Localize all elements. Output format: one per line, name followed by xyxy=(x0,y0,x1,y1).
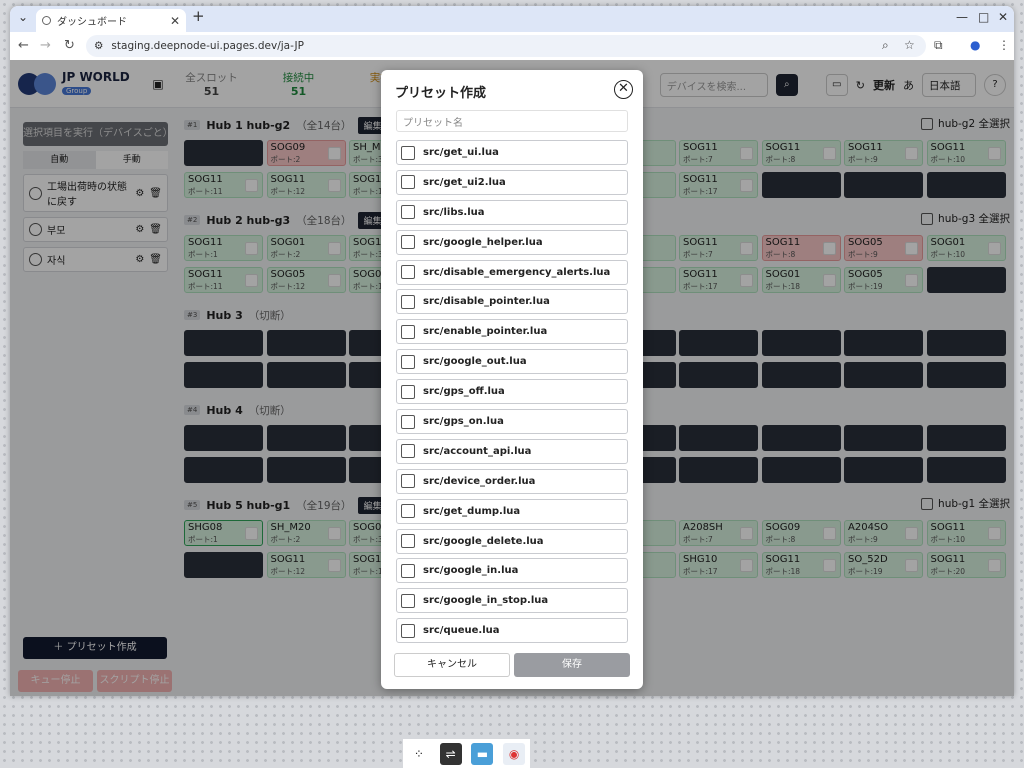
maximize-icon[interactable]: □ xyxy=(978,10,989,24)
script-name: src/gps_off.lua xyxy=(423,386,505,398)
cancel-button[interactable]: キャンセル xyxy=(394,653,510,677)
tab-title: ダッシュボード xyxy=(57,17,127,28)
script-option[interactable]: src/device_order.lua xyxy=(396,468,628,494)
script-option[interactable]: src/google_in_stop.lua xyxy=(396,588,628,614)
script-name: src/google_in_stop.lua xyxy=(423,595,549,607)
script-name: src/google_delete.lua xyxy=(423,535,544,547)
script-option[interactable]: src/google_in.lua xyxy=(396,558,628,584)
zoom-icon[interactable]: ⌕ xyxy=(882,38,889,53)
minimize-icon[interactable]: — xyxy=(956,10,968,24)
globe-icon xyxy=(42,16,51,25)
tab-list-icon[interactable]: ⌄ xyxy=(18,10,28,24)
launcher-icon[interactable]: ⁘ xyxy=(408,743,430,765)
url-text: staging.deepnode-ui.pages.dev/ja-JP xyxy=(111,40,304,52)
script-name: src/account_api.lua xyxy=(423,445,532,457)
extensions-icon[interactable]: ⧉ xyxy=(934,38,943,53)
close-window-icon[interactable]: ✕ xyxy=(998,10,1008,24)
script-option[interactable]: src/gps_off.lua xyxy=(396,379,628,405)
script-option[interactable]: src/queue.lua xyxy=(396,618,628,644)
files-icon[interactable]: ▬ xyxy=(471,742,494,765)
checkbox-icon[interactable] xyxy=(401,384,415,399)
script-name: src/google_out.lua xyxy=(423,356,527,368)
checkbox-icon[interactable] xyxy=(401,414,415,429)
address-bar: ← → ↻ ⚙ staging.deepnode-ui.pages.dev/ja… xyxy=(10,32,1014,60)
script-option[interactable]: src/account_api.lua xyxy=(396,438,628,464)
script-name: src/google_helper.lua xyxy=(423,236,543,248)
script-option[interactable]: src/enable_pointer.lua xyxy=(396,319,628,345)
site-info-icon[interactable]: ⚙ xyxy=(94,40,103,52)
taskbar: ⁘ ⇌ ▬ ◉ xyxy=(403,739,530,768)
checkbox-icon[interactable] xyxy=(401,534,415,549)
script-name: src/device_order.lua xyxy=(423,475,536,487)
script-option[interactable]: src/get_ui2.lua xyxy=(396,169,628,195)
checkbox-icon[interactable] xyxy=(401,235,415,250)
save-button[interactable]: 保存 xyxy=(514,653,630,677)
profile-icon[interactable]: ● xyxy=(970,38,980,52)
script-name: src/get_ui.lua xyxy=(423,147,499,158)
script-name: src/gps_on.lua xyxy=(423,416,504,428)
checkbox-icon[interactable] xyxy=(401,563,415,578)
close-tab-icon[interactable]: ✕ xyxy=(170,14,180,28)
reload-icon[interactable]: ↻ xyxy=(64,38,75,53)
forward-icon[interactable]: → xyxy=(40,38,51,53)
close-icon[interactable]: ✕ xyxy=(614,80,633,99)
script-name: src/enable_pointer.lua xyxy=(423,326,548,338)
script-name: src/get_ui2.lua xyxy=(423,176,506,188)
script-option[interactable]: src/gps_on.lua xyxy=(396,409,628,435)
terminal-icon[interactable]: ⇌ xyxy=(439,742,462,765)
script-option[interactable]: src/get_dump.lua xyxy=(396,498,628,524)
bookmark-star-icon[interactable]: ☆ xyxy=(904,38,915,52)
tab-dashboard[interactable]: ダッシュボード ✕ xyxy=(36,9,186,32)
script-option[interactable]: src/get_ui.lua xyxy=(396,140,628,165)
checkbox-icon[interactable] xyxy=(401,205,415,220)
script-option[interactable]: src/google_out.lua xyxy=(396,349,628,375)
script-name: src/disable_emergency_alerts.lua xyxy=(423,266,611,278)
script-option[interactable]: src/disable_pointer.lua xyxy=(396,289,628,315)
preset-name-input[interactable]: プリセット名 xyxy=(396,110,628,132)
create-preset-dialog: プリセット作成 ✕ プリセット名 src/get_ui.lua src/get_u… xyxy=(381,70,643,689)
url-field[interactable]: ⚙ staging.deepnode-ui.pages.dev/ja-JP xyxy=(86,35,926,57)
script-name: src/libs.lua xyxy=(423,206,485,218)
checkbox-icon[interactable] xyxy=(401,294,415,309)
new-tab-icon[interactable]: + xyxy=(192,7,205,25)
script-option[interactable]: src/google_delete.lua xyxy=(396,528,628,554)
checkbox-icon[interactable] xyxy=(401,265,415,280)
script-list: src/get_ui.lua src/get_ui2.lua src/libs.lu… xyxy=(396,140,628,648)
menu-icon[interactable]: ⋮ xyxy=(998,38,1010,52)
back-icon[interactable]: ← xyxy=(18,38,29,53)
script-option[interactable]: src/disable_emergency_alerts.lua xyxy=(396,259,628,285)
tab-bar: ⌄ ダッシュボード ✕ + — □ ✕ xyxy=(10,6,1014,32)
chrome-icon[interactable]: ◉ xyxy=(503,742,526,765)
checkbox-icon[interactable] xyxy=(401,593,415,608)
script-name: src/queue.lua xyxy=(423,625,500,637)
dialog-title: プリセット作成 xyxy=(395,86,487,101)
checkbox-icon[interactable] xyxy=(401,354,415,369)
script-name: src/get_dump.lua xyxy=(423,505,521,517)
script-name: src/disable_pointer.lua xyxy=(423,296,550,308)
checkbox-icon[interactable] xyxy=(401,474,415,489)
script-option[interactable]: src/google_helper.lua xyxy=(396,229,628,255)
checkbox-icon[interactable] xyxy=(401,324,415,339)
script-option[interactable]: src/libs.lua xyxy=(396,199,628,225)
checkbox-icon[interactable] xyxy=(401,175,415,190)
checkbox-icon[interactable] xyxy=(401,504,415,519)
checkbox-icon[interactable] xyxy=(401,444,415,459)
script-name: src/google_in.lua xyxy=(423,565,519,577)
checkbox-icon[interactable] xyxy=(401,623,415,638)
checkbox-icon[interactable] xyxy=(401,145,415,160)
